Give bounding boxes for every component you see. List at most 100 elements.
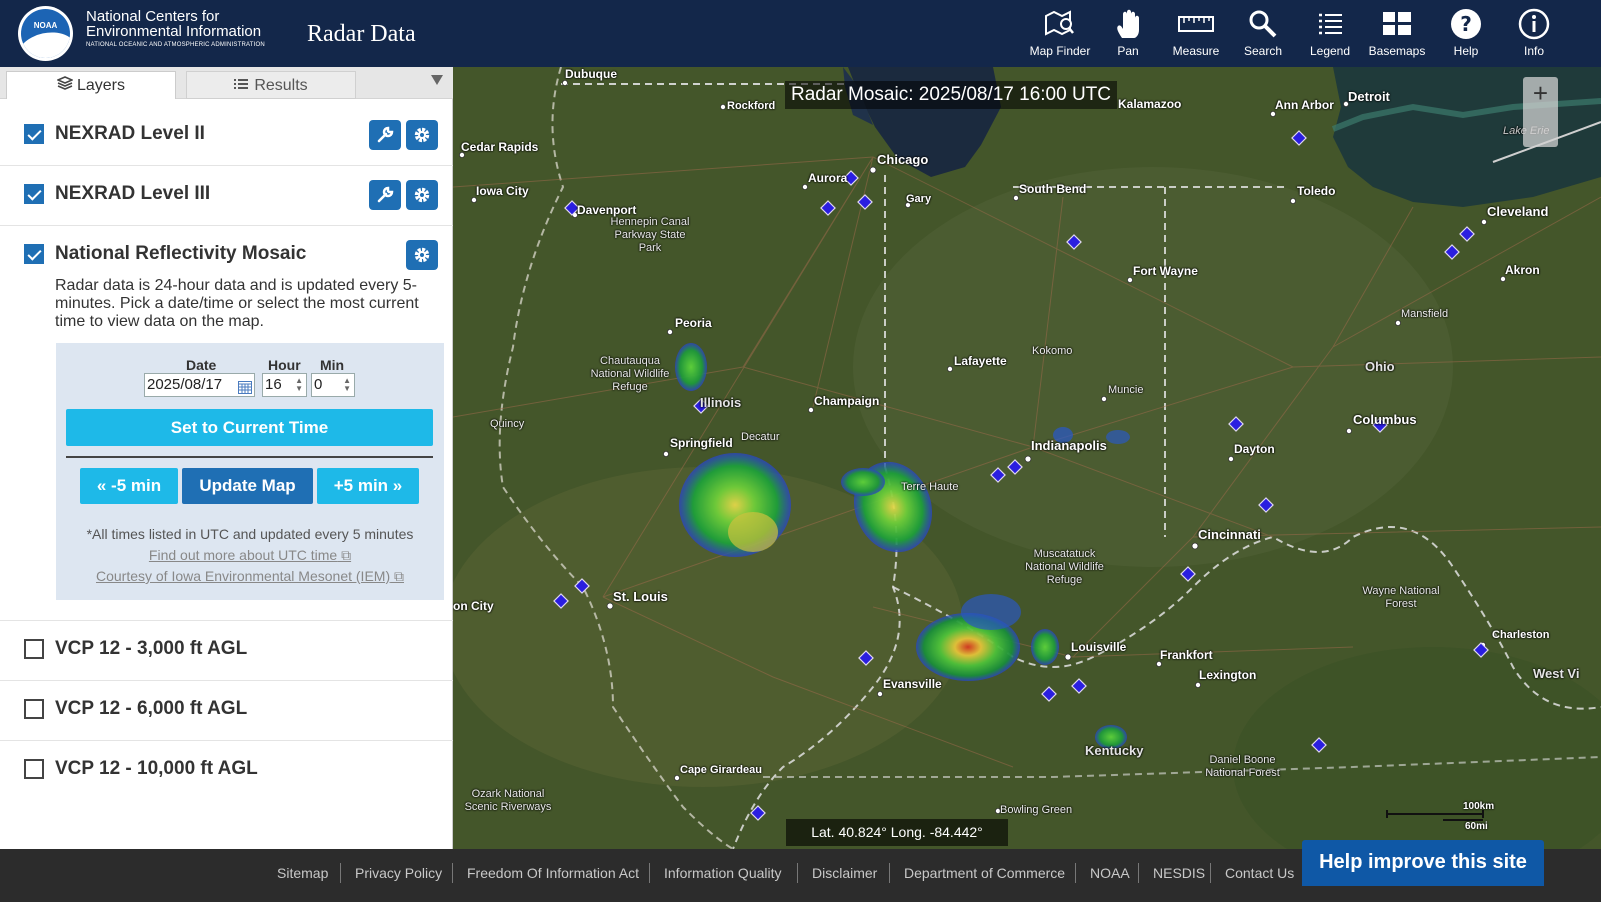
- search-button[interactable]: Search: [1240, 0, 1286, 67]
- noaa-logo[interactable]: NOAA: [18, 6, 73, 61]
- place-label: Frankfort: [1160, 648, 1213, 662]
- layer-row-nexrad3: NEXRAD Level III: [0, 166, 453, 226]
- place-label: Evansville: [883, 677, 942, 691]
- layer-settings-button[interactable]: [406, 180, 438, 210]
- date-value: 2025/08/17: [147, 376, 223, 393]
- external-link-icon: ⧉: [390, 568, 404, 584]
- region-label: Ohio: [1365, 359, 1395, 374]
- place-label: Kalamazoo: [1118, 97, 1182, 111]
- place-label: Akron: [1505, 263, 1540, 277]
- set-current-time-button[interactable]: Set to Current Time: [66, 409, 433, 446]
- search-icon: [1249, 10, 1277, 38]
- layer-checkbox-nexrad3[interactable]: [24, 184, 44, 204]
- plus-5-min-button[interactable]: +5 min »: [317, 468, 419, 504]
- place-label: Detroit: [1348, 89, 1390, 104]
- org-name-line1: National Centers for: [86, 8, 220, 25]
- footer-link-contact[interactable]: Contact Us: [1225, 865, 1294, 881]
- min-stepper-icon[interactable]: ▲ ▼: [343, 377, 351, 393]
- area-label: Hennepin Canal Parkway State Park: [610, 216, 690, 254]
- place-label: Terre Haute: [901, 481, 959, 493]
- area-label: Daniel Boone National Forest: [1205, 754, 1280, 779]
- date-input[interactable]: 2025/08/17: [144, 373, 255, 397]
- footer-link-disclaimer[interactable]: Disclaimer: [812, 865, 877, 881]
- layer-settings-button[interactable]: [406, 120, 438, 150]
- coordinate-readout: Lat. 40.824° Long. -84.442°: [786, 819, 1008, 846]
- place-label: Toledo: [1297, 184, 1336, 198]
- min-value: 0: [314, 376, 323, 393]
- place-label: Kokomo: [1032, 345, 1073, 357]
- layer-checkbox-vcp3000[interactable]: [24, 639, 44, 659]
- hour-label: Hour: [268, 357, 301, 373]
- calendar-icon[interactable]: [238, 379, 252, 401]
- min-input[interactable]: 0 ▲ ▼: [311, 373, 355, 397]
- layers-panel: Layers Results NEXRAD Level II NEXRAD Le…: [0, 67, 453, 849]
- wrench-icon: [377, 186, 394, 203]
- place-label: Cape Girardeau: [680, 764, 762, 776]
- layer-label-nexrad2: NEXRAD Level II: [55, 123, 205, 144]
- layer-checkbox-vcp6000[interactable]: [24, 699, 44, 719]
- footer-separator: [340, 863, 341, 883]
- place-label: Lexington: [1199, 668, 1257, 682]
- layer-checkbox-nexrad2[interactable]: [24, 124, 44, 144]
- help-improve-site-button[interactable]: Help improve this site: [1302, 840, 1544, 886]
- zoom-in-button[interactable]: +: [1523, 77, 1558, 112]
- logo-text: NOAA: [33, 21, 58, 30]
- place-label: on City: [453, 599, 494, 613]
- footer-link-sitemap[interactable]: Sitemap: [277, 865, 328, 881]
- update-map-button[interactable]: Update Map: [182, 468, 313, 504]
- pan-button[interactable]: Pan: [1106, 0, 1150, 67]
- place-label: Gary: [906, 193, 932, 205]
- footer-link-information-quality[interactable]: Information Quality: [664, 865, 782, 881]
- layer-row-nexrad2: NEXRAD Level II: [0, 99, 453, 166]
- area-label: Chautauqua National Wildlife Refuge: [590, 355, 670, 393]
- tab-results-label: Results: [254, 77, 308, 95]
- basemaps-button[interactable]: Basemaps: [1366, 0, 1428, 67]
- layer-checkbox-vcp10000[interactable]: [24, 759, 44, 779]
- layer-checkbox-mosaic[interactable]: [24, 244, 44, 264]
- ruler-icon: [1178, 16, 1214, 32]
- iem-link[interactable]: Courtesy of Iowa Environmental Mesonet (…: [56, 568, 444, 585]
- external-link-icon: ⧉: [337, 547, 352, 563]
- footer-link-nesdis[interactable]: NESDIS: [1153, 865, 1205, 881]
- layer-row-vcp3000: VCP 12 - 3,000 ft AGL: [0, 621, 453, 681]
- info-button[interactable]: Info: [1514, 0, 1554, 67]
- place-label: Davenport: [577, 203, 637, 217]
- measure-button[interactable]: Measure: [1168, 0, 1224, 67]
- scale-km-label: 100km: [1463, 801, 1495, 812]
- tab-results[interactable]: Results: [186, 71, 356, 99]
- layer-label-nexrad3: NEXRAD Level III: [55, 183, 211, 204]
- place-label: Lafayette: [954, 354, 1007, 368]
- layer-row-vcp10000: VCP 12 - 10,000 ft AGL: [0, 741, 453, 801]
- place-label: Muncie: [1108, 384, 1144, 396]
- utc-info-link[interactable]: Find out more about UTC time ⧉: [56, 547, 444, 564]
- info-icon: [1518, 8, 1550, 40]
- layer-settings-button[interactable]: [406, 240, 438, 270]
- area-label: Muscatatuck National Wildlife Refuge: [1025, 548, 1104, 586]
- footer-separator: [1138, 863, 1139, 883]
- org-subtitle: NATIONAL OCEANIC AND ATMOSPHERIC ADMINIS…: [86, 42, 265, 48]
- tab-layers-label: Layers: [76, 77, 126, 95]
- footer-link-commerce[interactable]: Department of Commerce: [904, 865, 1065, 881]
- help-button[interactable]: ? Help: [1446, 0, 1486, 67]
- footer-link-privacy[interactable]: Privacy Policy: [355, 865, 442, 881]
- measure-label: Measure: [1172, 44, 1220, 58]
- footer-separator: [452, 863, 453, 883]
- map-viewport[interactable]: Radar Mosaic: 2025/08/17 16:00 UTC Dubuq…: [453, 67, 1601, 849]
- help-icon: ?: [1451, 9, 1481, 39]
- hour-input[interactable]: 16 ▲ ▼: [262, 373, 307, 397]
- time-control-panel: Date Hour Min 2025/08/17 16 ▲ ▼ 0 ▲ ▼ Set …: [56, 343, 444, 600]
- place-label: Iowa City: [476, 184, 529, 198]
- legend-button[interactable]: Legend: [1306, 0, 1354, 67]
- footer-link-foia[interactable]: Freedom Of Information Act: [467, 865, 639, 881]
- panel-collapse-caret-icon[interactable]: [431, 75, 443, 85]
- map-finder-button[interactable]: Map Finder: [1026, 0, 1094, 67]
- footer-link-noaa[interactable]: NOAA: [1090, 865, 1130, 881]
- hour-stepper-icon[interactable]: ▲ ▼: [295, 377, 303, 393]
- layer-tools-button[interactable]: [369, 180, 401, 210]
- results-list-icon: [234, 72, 249, 100]
- minus-5-min-button[interactable]: « -5 min: [80, 468, 178, 504]
- layer-tools-button[interactable]: [369, 120, 401, 150]
- place-label: Bowling Green: [1000, 804, 1073, 816]
- tab-layers[interactable]: Layers: [6, 71, 176, 99]
- footer-separator: [1210, 863, 1211, 883]
